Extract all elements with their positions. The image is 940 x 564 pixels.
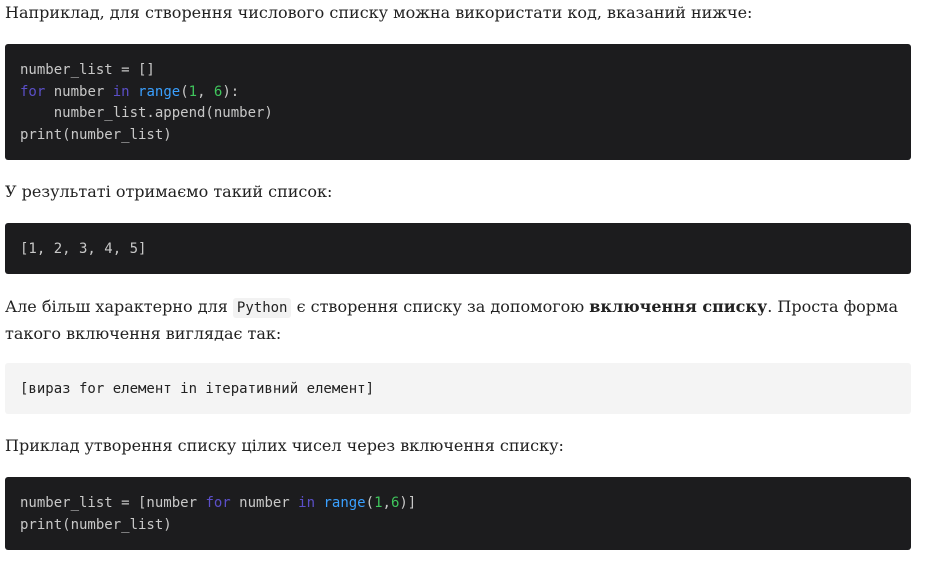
code-block-syntax: [вираз for елемент in ітеративний елемен… — [5, 363, 911, 414]
code-token: number — [230, 495, 299, 511]
bold-term: включення списку — [589, 297, 768, 316]
keyword-token: in — [298, 495, 316, 511]
text-span: Але більш характерно для — [5, 297, 233, 316]
code-line: [вираз for елемент in ітеративний елемен… — [20, 381, 375, 397]
code-block-output: [1, 2, 3, 4, 5] — [5, 223, 911, 274]
inline-code-python: Python — [232, 298, 292, 318]
number-token: 1 — [188, 83, 198, 100]
paragraph-intro: Наприклад, для створення числового списк… — [5, 3, 753, 22]
keyword-token: for — [20, 83, 46, 100]
code-line: number_list = [number for number in rang… — [20, 493, 896, 515]
code-token: number_list = [number — [20, 495, 206, 511]
code-block-comprehension: number_list = [number for number in rang… — [5, 477, 911, 550]
code-token: ( — [365, 495, 375, 511]
code-token: , — [197, 83, 214, 100]
code-line: for number in range(1, 6): — [20, 82, 896, 104]
paragraph-example: Приклад утворення списку цілих чисел чер… — [5, 436, 564, 455]
article-content: Наприклад, для створення числового списк… — [0, 0, 940, 564]
function-token: range — [138, 83, 181, 100]
code-line: number_list = [] — [20, 62, 155, 78]
code-block-loop: number_list = [] for number in range(1, 6… — [5, 44, 911, 160]
number-token: 1 — [374, 495, 383, 511]
code-token: )] — [399, 495, 417, 511]
code-token: ): — [222, 83, 240, 100]
function-token: range — [323, 495, 366, 511]
code-token: number — [45, 83, 113, 100]
paragraph-result: У результаті отримаємо такий список: — [5, 182, 333, 201]
keyword-token: for — [205, 495, 231, 511]
code-line: number_list.append(number) — [20, 105, 273, 121]
code-token: , — [382, 495, 391, 511]
paragraph-comprehension: Але більш характерно для Python є створе… — [5, 294, 915, 346]
code-line: print(number_list) — [20, 126, 172, 143]
keyword-token: in — [112, 83, 130, 100]
code-line: print(number_list) — [20, 516, 172, 533]
text-span: є створення списку за допомогою — [291, 297, 590, 316]
code-line: [1, 2, 3, 4, 5] — [20, 241, 147, 257]
code-token: ( — [180, 83, 189, 100]
